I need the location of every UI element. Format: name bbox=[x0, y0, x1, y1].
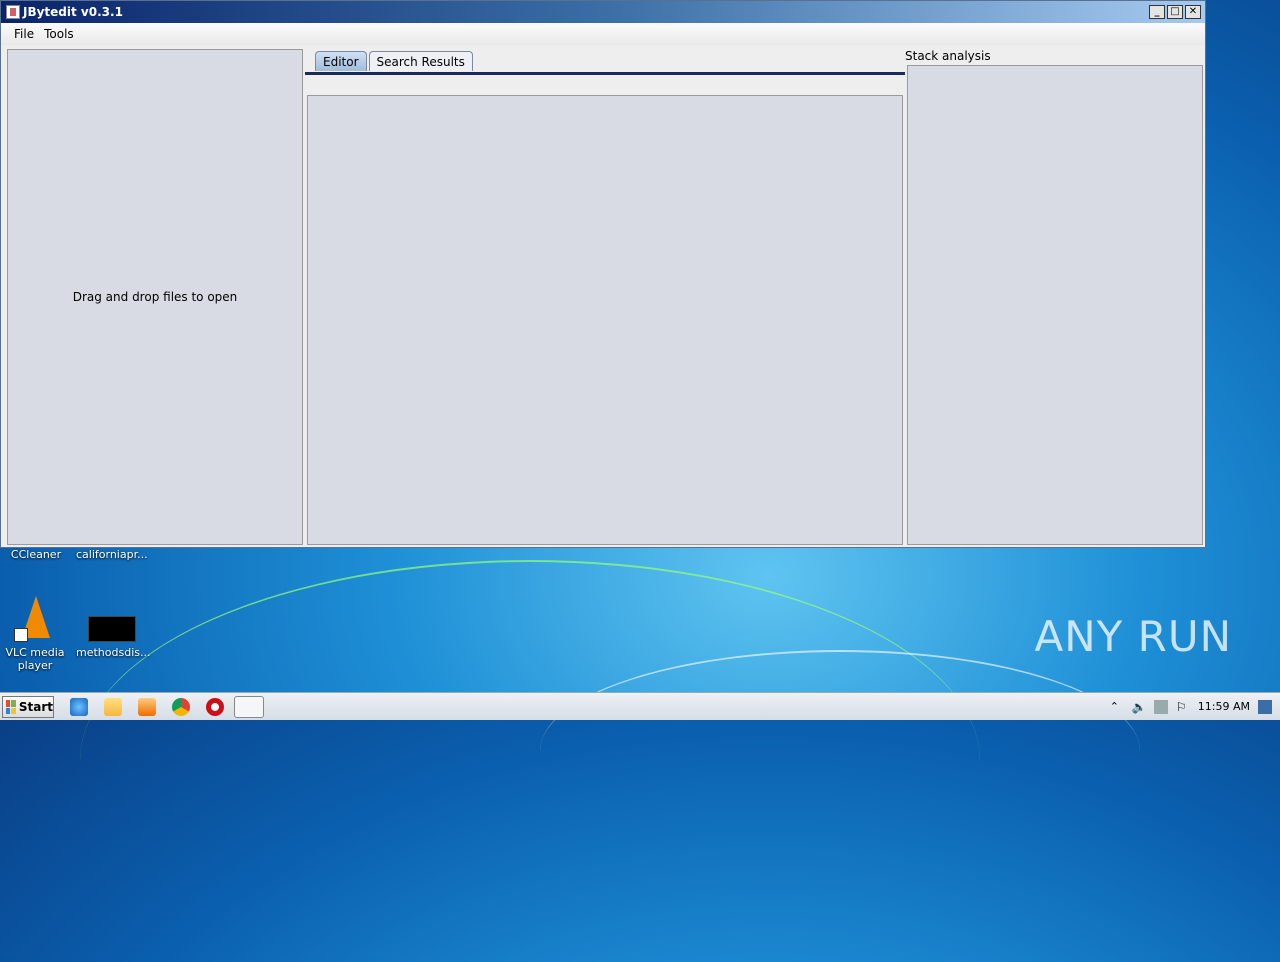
close-button[interactable]: ✕ bbox=[1185, 5, 1201, 19]
app-window: JBytedit v0.3.1 _ □ ✕ File Tools Drag an… bbox=[0, 0, 1206, 548]
java-app-taskbar-icon[interactable] bbox=[234, 696, 264, 718]
stack-analysis-pane[interactable] bbox=[907, 65, 1203, 545]
shortcut-arrow-icon bbox=[14, 628, 28, 642]
main-content: Drag and drop files to open Editor Searc… bbox=[5, 47, 1203, 545]
arrow-up-icon[interactable]: ⌃ bbox=[1110, 700, 1124, 714]
system-tray: ⌃ 🔈 ⚐ 11:59 AM bbox=[1110, 693, 1280, 720]
opera-icon[interactable] bbox=[206, 698, 224, 716]
start-button[interactable]: Start bbox=[2, 696, 54, 718]
black-file-icon[interactable] bbox=[88, 616, 136, 642]
title-bar[interactable]: JBytedit v0.3.1 _ □ ✕ bbox=[1, 1, 1205, 23]
window-title: JBytedit v0.3.1 bbox=[23, 5, 123, 19]
ie-icon[interactable] bbox=[70, 698, 88, 716]
menu-bar: File Tools bbox=[1, 23, 1205, 45]
menu-file[interactable]: File bbox=[9, 27, 39, 41]
network-icon[interactable] bbox=[1153, 699, 1168, 714]
chrome-icon[interactable] bbox=[172, 698, 190, 716]
stack-analysis-label: Stack analysis bbox=[905, 49, 991, 63]
desktop-icon-methodsdis-label[interactable]: methodsdis... bbox=[76, 646, 150, 659]
window-controls: _ □ ✕ bbox=[1149, 5, 1201, 19]
flag-icon[interactable]: ⚐ bbox=[1176, 700, 1190, 714]
maximize-button[interactable]: □ bbox=[1167, 5, 1183, 19]
wallpaper-swoosh bbox=[540, 650, 1140, 852]
menu-tools[interactable]: Tools bbox=[39, 27, 79, 41]
show-desktop-icon[interactable] bbox=[1258, 699, 1272, 714]
start-label: Start bbox=[18, 700, 53, 714]
anyrun-watermark: ANY RUN bbox=[1034, 612, 1232, 661]
explorer-icon[interactable] bbox=[104, 698, 122, 716]
editor-tabs: Editor Search Results bbox=[315, 51, 473, 71]
clock[interactable]: 11:59 AM bbox=[1198, 700, 1250, 713]
file-drop-pane[interactable]: Drag and drop files to open bbox=[7, 49, 303, 545]
minimize-button[interactable]: _ bbox=[1149, 5, 1165, 19]
desktop-icon-vlc-label[interactable]: VLC media player bbox=[4, 646, 66, 672]
tab-editor[interactable]: Editor bbox=[315, 51, 367, 71]
windows-logo-icon bbox=[6, 700, 16, 714]
tab-underline bbox=[305, 72, 905, 75]
tab-search-results[interactable]: Search Results bbox=[368, 51, 473, 71]
desktop-icon-ccleaner[interactable]: CCleaner bbox=[6, 548, 66, 561]
media-player-icon[interactable] bbox=[138, 698, 156, 716]
taskbar: Start ⌃ 🔈 ⚐ 11:59 AM bbox=[0, 692, 1280, 720]
java-app-icon bbox=[6, 5, 20, 19]
editor-pane[interactable] bbox=[307, 95, 903, 545]
desktop-icon-californiapr[interactable]: californiapr... bbox=[76, 548, 148, 561]
speaker-icon[interactable]: 🔈 bbox=[1132, 700, 1147, 714]
desktop-icons: CCleaner californiapr... VLC media playe… bbox=[0, 548, 160, 688]
drop-hint-text: Drag and drop files to open bbox=[72, 290, 238, 304]
